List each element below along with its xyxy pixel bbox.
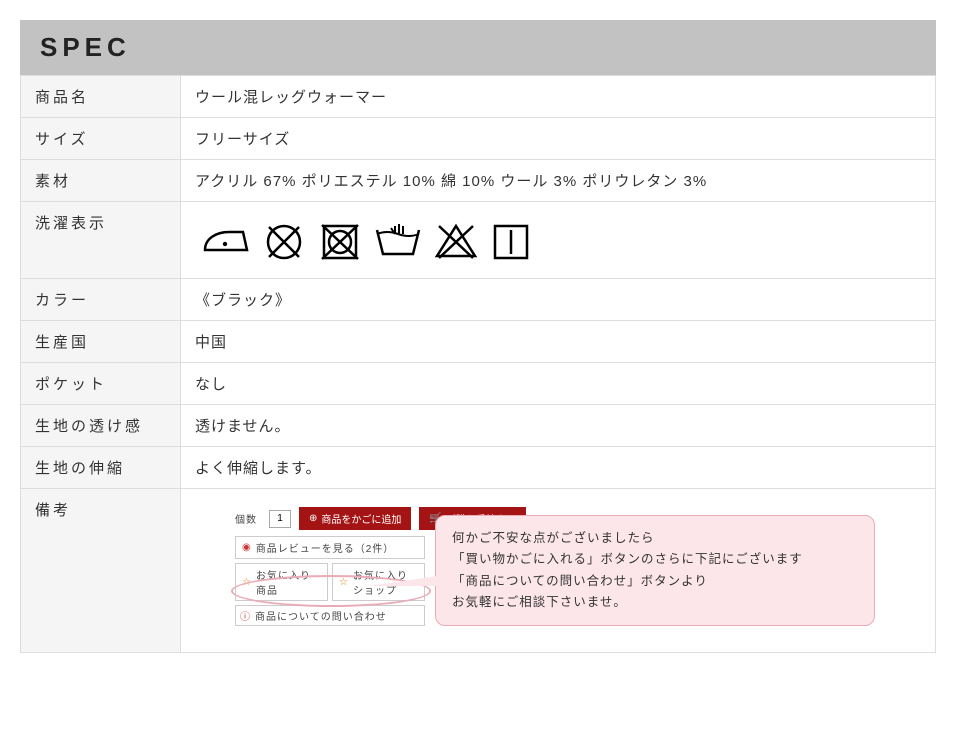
table-row: 洗濯表示 [21,202,936,279]
remarks-wrap: 個数 ⊕ 商品をかごに追加 🛒 ご購入手続きへ ◉ [195,499,921,642]
row-label: 素材 [21,160,181,202]
plus-icon: ⊕ [309,513,317,524]
table-row: 生産国 中国 [21,321,936,363]
row-value: 透けません。 [181,405,936,447]
row-value: なし [181,363,936,405]
star-icon: ☆ [242,577,252,588]
info-icon: ⓘ [240,608,251,623]
spec-container: SPEC 商品名 ウール混レッグウォーマー サイズ フリーサイズ 素材 アクリル… [20,20,936,653]
speech-line: お気軽にご相談下さいませ。 [452,592,858,613]
iron-low-icon [195,220,253,264]
row-label: 生地の透け感 [21,405,181,447]
no-dry-clean-icon [431,220,481,264]
fav-item-link[interactable]: ☆ お気に入り商品 [235,563,328,601]
table-row: 生地の伸縮 よく伸縮します。 [21,447,936,489]
row-value: ウール混レッグウォーマー [181,76,936,118]
spec-header: SPEC [20,20,936,75]
speech-line: 何かご不安な点がございましたら [452,528,858,549]
row-value: フリーサイズ [181,118,936,160]
star-icon: ☆ [339,577,349,588]
spec-table: 商品名 ウール混レッグウォーマー サイズ フリーサイズ 素材 アクリル 67% … [20,75,936,653]
table-row: 備考 個数 ⊕ 商品をかごに追加 🛒 ご購入手続きへ [21,489,936,653]
row-label: サイズ [21,118,181,160]
row-label: 備考 [21,489,181,653]
fav-item-label: お気に入り商品 [256,567,321,597]
row-value: よく伸縮します。 [181,447,936,489]
row-label: 生地の伸縮 [21,447,181,489]
row-value: 中国 [181,321,936,363]
row-label: 生産国 [21,321,181,363]
qty-label: 個数 [235,511,257,526]
row-label: ポケット [21,363,181,405]
table-row: サイズ フリーサイズ [21,118,936,160]
remarks-cell: 個数 ⊕ 商品をかごに追加 🛒 ご購入手続きへ ◉ [181,489,936,653]
speech-line: 「買い物かごに入れる」ボタンのさらに下記にございます [452,549,858,570]
reviews-link[interactable]: ◉ 商品レビューを見る（2件） [235,536,425,559]
table-row: 生地の透け感 透けません。 [21,405,936,447]
laundry-icons [195,212,535,264]
no-bleach-icon [259,220,309,264]
table-row: カラー 《ブラック》 [21,279,936,321]
no-tumble-dry-icon [315,220,365,264]
table-row: 商品名 ウール混レッグウォーマー [21,76,936,118]
add-to-cart-button[interactable]: ⊕ 商品をかごに追加 [299,507,411,530]
row-label: 洗濯表示 [21,202,181,279]
row-label: カラー [21,279,181,321]
qty-input[interactable] [269,510,291,528]
add-cart-label: 商品をかごに追加 [321,511,401,526]
table-row: 素材 アクリル 67% ポリエステル 10% 綿 10% ウール 3% ポリウレ… [21,160,936,202]
row-label: 商品名 [21,76,181,118]
review-icon: ◉ [242,542,252,553]
dry-flat-icon [487,220,535,264]
hand-wash-icon [371,220,425,264]
reviews-label: 商品レビューを見る（2件） [256,540,395,555]
row-value: 《ブラック》 [181,279,936,321]
table-row: ポケット なし [21,363,936,405]
inquiry-label: 商品についての問い合わせ [255,608,387,623]
speech-bubble: 何かご不安な点がございましたら 「買い物かごに入れる」ボタンのさらに下記にござい… [435,515,875,626]
row-value: アクリル 67% ポリエステル 10% 綿 10% ウール 3% ポリウレタン … [181,160,936,202]
row-value-wash [181,202,936,279]
speech-line: 「商品についての問い合わせ」ボタンより [452,571,858,592]
inquiry-link[interactable]: ⓘ 商品についての問い合わせ [235,605,425,626]
